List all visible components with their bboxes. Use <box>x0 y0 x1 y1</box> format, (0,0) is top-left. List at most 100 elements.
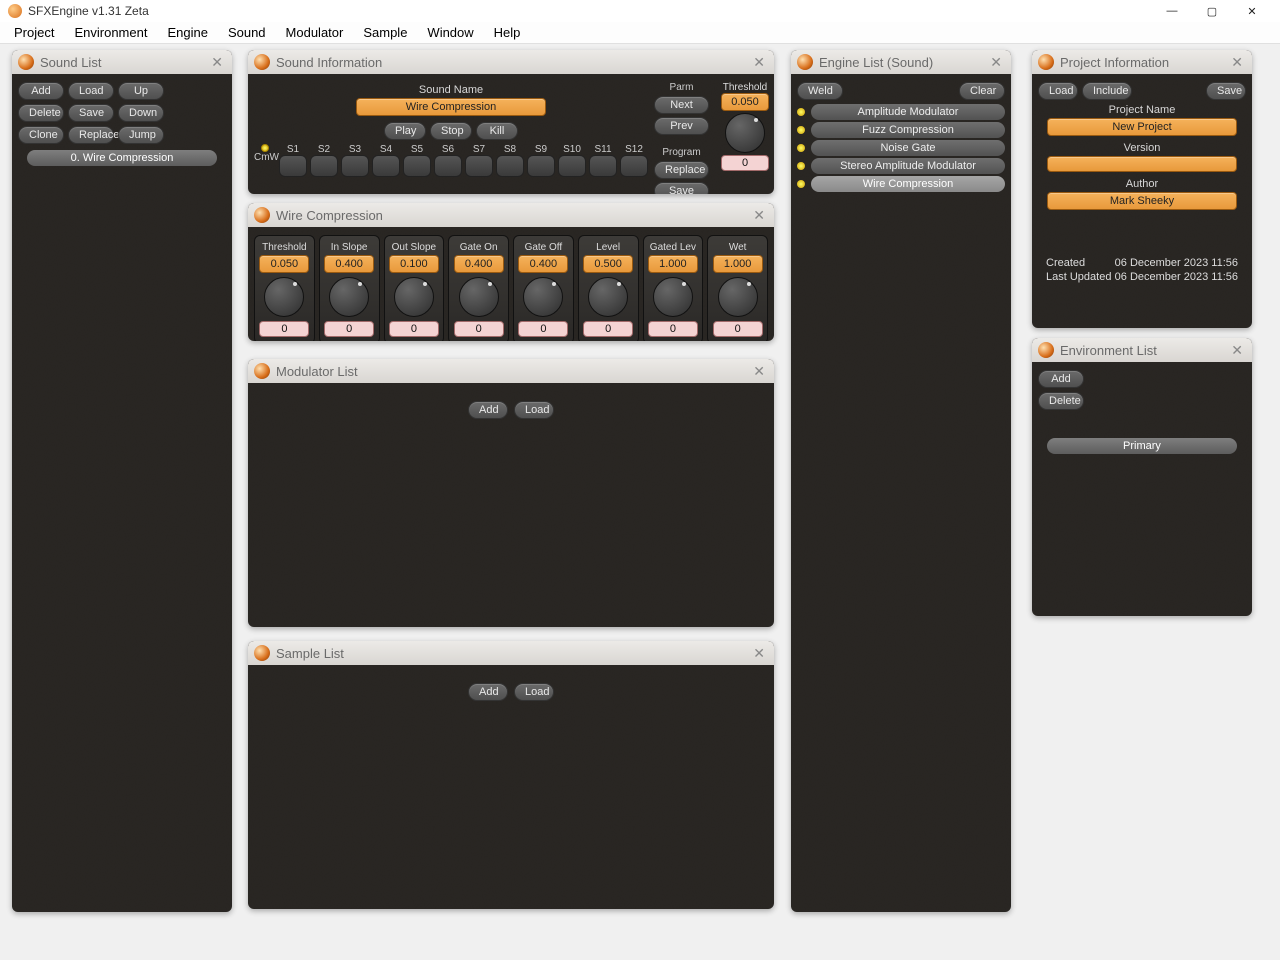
menu-sample[interactable]: Sample <box>353 23 417 42</box>
panel-close-icon[interactable]: ✕ <box>208 54 226 71</box>
engine-item[interactable]: Amplitude Modulator <box>811 104 1005 120</box>
sample-load-button[interactable]: Load <box>514 683 554 701</box>
sl-item[interactable]: 0. Wire Compression <box>27 150 217 166</box>
sl-jump-button[interactable]: Jump <box>118 126 164 144</box>
engine-item[interactable]: Wire Compression <box>811 176 1005 192</box>
slot-S5[interactable] <box>403 155 431 177</box>
sl-delete-button[interactable]: Delete <box>18 104 64 122</box>
engine-item[interactable]: Fuzz Compression <box>811 122 1005 138</box>
panel-close-icon[interactable]: ✕ <box>987 54 1005 71</box>
pi-include-button[interactable]: Include <box>1082 82 1132 100</box>
sl-load-button[interactable]: Load <box>68 82 114 100</box>
window-minimize-button[interactable]: — <box>1152 2 1192 20</box>
env-add-button[interactable]: Add <box>1038 370 1084 388</box>
slot-S1[interactable] <box>279 155 307 177</box>
knob-zero[interactable]: 0 <box>324 321 374 337</box>
slot-S10[interactable] <box>558 155 586 177</box>
pi-load-button[interactable]: Load <box>1038 82 1078 100</box>
sl-save-button[interactable]: Save <box>68 104 114 122</box>
prev-button[interactable]: Prev <box>654 117 709 135</box>
pi-project-name-field[interactable]: New Project <box>1047 118 1237 136</box>
knob-value[interactable]: 0.500 <box>583 255 633 273</box>
knob-dial[interactable] <box>523 277 563 317</box>
mod-add-button[interactable]: Add <box>468 401 508 419</box>
next-button[interactable]: Next <box>654 96 709 114</box>
slot-S9[interactable] <box>527 155 555 177</box>
slot-S8[interactable] <box>496 155 524 177</box>
pi-save-button[interactable]: Save <box>1206 82 1246 100</box>
knob-dial[interactable] <box>459 277 499 317</box>
slot-S4[interactable] <box>372 155 400 177</box>
env-item[interactable]: Primary <box>1047 438 1237 454</box>
knob-value[interactable]: 0.400 <box>324 255 374 273</box>
slot-S12[interactable] <box>620 155 648 177</box>
panel-title: Sample List <box>276 646 750 661</box>
program-replace-button[interactable]: Replace <box>654 161 709 179</box>
panel-close-icon[interactable]: ✕ <box>750 207 768 224</box>
sl-up-button[interactable]: Up <box>118 82 164 100</box>
sound-name-field[interactable]: Wire Compression <box>356 98 546 116</box>
sl-replace-button[interactable]: Replace <box>68 126 114 144</box>
sample-add-button[interactable]: Add <box>468 683 508 701</box>
knob-zero[interactable]: 0 <box>648 321 698 337</box>
knob-dial[interactable] <box>653 277 693 317</box>
knob-value[interactable]: 0.050 <box>259 255 309 273</box>
pi-updated-label: Last Updated <box>1046 271 1111 283</box>
kill-button[interactable]: Kill <box>476 122 518 140</box>
knob-zero[interactable]: 0 <box>518 321 568 337</box>
sl-add-button[interactable]: Add <box>18 82 64 100</box>
knob-value[interactable]: 0.400 <box>454 255 504 273</box>
menu-engine[interactable]: Engine <box>157 23 217 42</box>
panel-close-icon[interactable]: ✕ <box>750 645 768 662</box>
knob-dial[interactable] <box>394 277 434 317</box>
el-weld-button[interactable]: Weld <box>797 82 843 100</box>
slot-S6[interactable] <box>434 155 462 177</box>
menu-project[interactable]: Project <box>4 23 64 42</box>
threshold-knob[interactable] <box>725 113 765 153</box>
knob-value[interactable]: 0.400 <box>518 255 568 273</box>
knob-value[interactable]: 0.100 <box>389 255 439 273</box>
knob-zero[interactable]: 0 <box>389 321 439 337</box>
knob-zero[interactable]: 0 <box>259 321 309 337</box>
engine-item[interactable]: Stereo Amplitude Modulator <box>811 158 1005 174</box>
knob-zero[interactable]: 0 <box>583 321 633 337</box>
menu-modulator[interactable]: Modulator <box>276 23 354 42</box>
window-maximize-button[interactable]: ▢ <box>1192 2 1232 20</box>
knob-value[interactable]: 1.000 <box>648 255 698 273</box>
sl-clone-button[interactable]: Clone <box>18 126 64 144</box>
el-clear-button[interactable]: Clear <box>959 82 1005 100</box>
sound-name-label: Sound Name <box>419 84 483 96</box>
pi-version-field[interactable] <box>1047 156 1237 172</box>
menu-sound[interactable]: Sound <box>218 23 276 42</box>
mod-load-button[interactable]: Load <box>514 401 554 419</box>
slot-S11[interactable] <box>589 155 617 177</box>
threshold-value[interactable]: 0.050 <box>721 93 769 111</box>
slot-S2[interactable] <box>310 155 338 177</box>
menu-window[interactable]: Window <box>417 23 483 42</box>
menu-help[interactable]: Help <box>484 23 531 42</box>
knob-dial[interactable] <box>588 277 628 317</box>
slot-S7[interactable] <box>465 155 493 177</box>
panel-close-icon[interactable]: ✕ <box>1228 54 1246 71</box>
knob-dial[interactable] <box>718 277 758 317</box>
menu-environment[interactable]: Environment <box>64 23 157 42</box>
knob-value[interactable]: 1.000 <box>713 255 763 273</box>
pi-author-field[interactable]: Mark Sheeky <box>1047 192 1237 210</box>
play-button[interactable]: Play <box>384 122 426 140</box>
panel-close-icon[interactable]: ✕ <box>750 363 768 380</box>
sl-down-button[interactable]: Down <box>118 104 164 122</box>
program-save-button[interactable]: Save <box>654 182 709 194</box>
knob-dial[interactable] <box>329 277 369 317</box>
knob-zero[interactable]: 0 <box>454 321 504 337</box>
knob-dial[interactable] <box>264 277 304 317</box>
env-delete-button[interactable]: Delete <box>1038 392 1084 410</box>
knob-zero[interactable]: 0 <box>713 321 763 337</box>
cmw-label: CmW <box>254 152 276 163</box>
panel-close-icon[interactable]: ✕ <box>1228 342 1246 359</box>
stop-button[interactable]: Stop <box>430 122 472 140</box>
engine-item[interactable]: Noise Gate <box>811 140 1005 156</box>
window-close-button[interactable]: ✕ <box>1232 2 1272 20</box>
panel-close-icon[interactable]: ✕ <box>750 54 768 71</box>
slot-S3[interactable] <box>341 155 369 177</box>
threshold-zero[interactable]: 0 <box>721 155 769 171</box>
